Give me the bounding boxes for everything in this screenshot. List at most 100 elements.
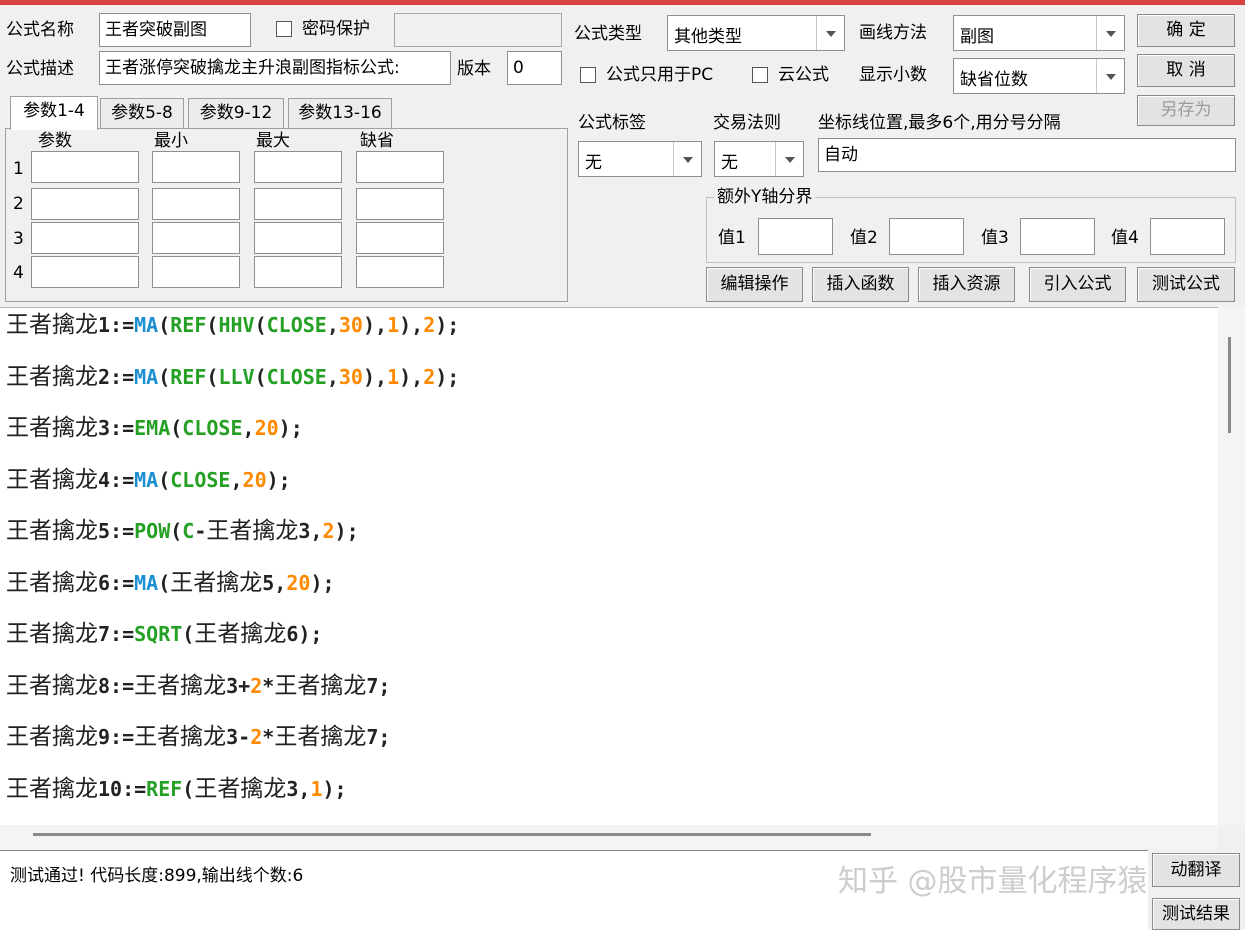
horizontal-scroll-thumb[interactable]: [33, 833, 871, 836]
y-value-3-label: 值3: [981, 228, 1009, 248]
formula-type-select[interactable]: 其他类型: [667, 15, 845, 51]
insert-resource-button[interactable]: 插入资源: [918, 267, 1015, 302]
param-1-min[interactable]: [152, 151, 240, 183]
trade-rule-select[interactable]: 无: [714, 141, 804, 177]
param-3-default[interactable]: [356, 222, 444, 254]
code-token: 3:=: [98, 416, 135, 440]
vertical-scroll-thumb[interactable]: [1228, 337, 1231, 433]
pc-only-checkbox[interactable]: [580, 67, 596, 83]
horizontal-scrollbar[interactable]: [0, 825, 1218, 849]
param-2-default[interactable]: [356, 188, 444, 220]
decimals-label: 显示小数: [859, 65, 927, 85]
insert-function-button[interactable]: 插入函数: [812, 267, 909, 302]
code-token: 王者擒龙: [6, 466, 98, 493]
param-row-label: 3: [13, 229, 24, 249]
code-token: MA: [134, 570, 159, 595]
param-4-max[interactable]: [254, 256, 342, 288]
formula-desc-label: 公式描述: [6, 59, 74, 79]
y-value-2-input[interactable]: [889, 218, 964, 255]
formula-name-input[interactable]: 王者突破副图: [99, 13, 251, 47]
code-token: 王者擒龙: [6, 621, 98, 647]
code-token: REF: [170, 313, 207, 337]
code-token: ,: [326, 364, 339, 389]
code-token: 20: [286, 570, 311, 595]
import-formula-button[interactable]: 引入公式: [1029, 267, 1126, 302]
param-1-max[interactable]: [254, 151, 342, 183]
param-3-name[interactable]: [31, 222, 139, 254]
code-token: CLOSE: [266, 364, 327, 389]
tab-params-13-16[interactable]: 参数13-16: [288, 98, 392, 128]
code-token: 7;: [366, 673, 391, 698]
decimals-value: 缺省位数: [960, 70, 1028, 90]
code-token: 3,: [286, 776, 311, 801]
cancel-button[interactable]: 取 消: [1137, 54, 1235, 87]
code-line: 王者擒龙4:=MA(CLOSE,20);: [6, 466, 291, 494]
chevron-down-icon: [673, 142, 701, 176]
chevron-down-icon: [775, 142, 803, 176]
param-3-max[interactable]: [254, 222, 342, 254]
code-token: 7;: [366, 725, 391, 749]
param-4-default[interactable]: [356, 256, 444, 288]
version-input[interactable]: 0: [507, 51, 562, 85]
draw-method-select[interactable]: 副图: [953, 15, 1125, 51]
code-token: HHV: [218, 313, 255, 337]
param-1-name[interactable]: [31, 151, 139, 183]
code-editor[interactable]: 王者擒龙1:=MA(REF(HHV(CLOSE,30),1),2); 王者擒龙2:…: [0, 307, 1218, 825]
test-formula-button[interactable]: 测试公式: [1137, 267, 1235, 302]
code-token: (: [170, 519, 183, 543]
code-token: 4:=: [98, 467, 135, 492]
param-3-min[interactable]: [152, 222, 240, 254]
code-token: *: [262, 673, 275, 698]
param-1-default[interactable]: [356, 151, 444, 183]
cloud-checkbox[interactable]: [752, 67, 768, 83]
code-line: 王者擒龙8:=王者擒龙3+2*王者擒龙7;: [6, 672, 390, 700]
code-token: MA: [134, 313, 159, 337]
code-token: 20: [254, 416, 279, 440]
tab-params-9-12[interactable]: 参数9-12: [188, 98, 284, 128]
y-value-1-input[interactable]: [758, 218, 833, 255]
test-result-button[interactable]: 测试结果: [1152, 898, 1240, 930]
vertical-scrollbar[interactable]: [1218, 307, 1245, 825]
axis-position-label: 坐标线位置,最多6个,用分号分隔: [818, 113, 1061, 133]
code-token: 8:=: [98, 673, 135, 698]
cloud-label: 云公式: [778, 65, 829, 85]
code-token: C: [182, 519, 195, 543]
param-4-min[interactable]: [152, 256, 240, 288]
code-token: 30: [338, 313, 363, 337]
edit-operation-button[interactable]: 编辑操作: [706, 267, 803, 302]
draw-method-label: 画线方法: [859, 23, 927, 43]
formula-tag-label: 公式标签: [578, 113, 646, 133]
code-token: REF: [146, 776, 183, 801]
param-2-max[interactable]: [254, 188, 342, 220]
formula-type-value: 其他类型: [674, 27, 742, 47]
code-token: 王者擒龙: [134, 724, 227, 750]
code-token: 王者擒龙: [194, 621, 287, 647]
auto-translate-button[interactable]: 动翻译: [1152, 853, 1240, 887]
y-value-4-label: 值4: [1111, 228, 1139, 248]
param-2-min[interactable]: [152, 188, 240, 220]
chevron-down-icon: [816, 16, 844, 50]
param-4-name[interactable]: [31, 256, 139, 288]
code-token: MA: [134, 467, 159, 492]
code-token: 1: [310, 776, 323, 801]
ok-button[interactable]: 确 定: [1137, 14, 1235, 47]
axis-position-input[interactable]: 自动: [818, 138, 1236, 172]
password-checkbox[interactable]: [276, 21, 292, 37]
formula-desc-input[interactable]: 王者涨停突破擒龙主升浪副图指标公式:: [99, 51, 451, 85]
decimals-select[interactable]: 缺省位数: [953, 58, 1125, 94]
y-value-4-input[interactable]: [1150, 218, 1225, 255]
test-output-message: 测试通过! 代码长度:899,输出线个数:6: [10, 866, 304, 886]
code-token: 王者擒龙: [6, 775, 98, 802]
code-token: 1: [387, 364, 400, 389]
y-value-1-label: 值1: [718, 228, 746, 248]
save-as-button[interactable]: 另存为: [1137, 95, 1235, 126]
code-token: (: [182, 622, 195, 646]
tab-params-5-8[interactable]: 参数5-8: [100, 98, 184, 128]
tab-params-1-4[interactable]: 参数1-4: [10, 96, 98, 130]
password-input[interactable]: [394, 13, 562, 47]
y-value-3-input[interactable]: [1020, 218, 1095, 255]
param-2-name[interactable]: [31, 188, 139, 220]
watermark: 知乎 @股市量化程序猿: [838, 864, 1148, 899]
code-token: (: [206, 313, 219, 337]
formula-tag-select[interactable]: 无: [578, 141, 702, 177]
